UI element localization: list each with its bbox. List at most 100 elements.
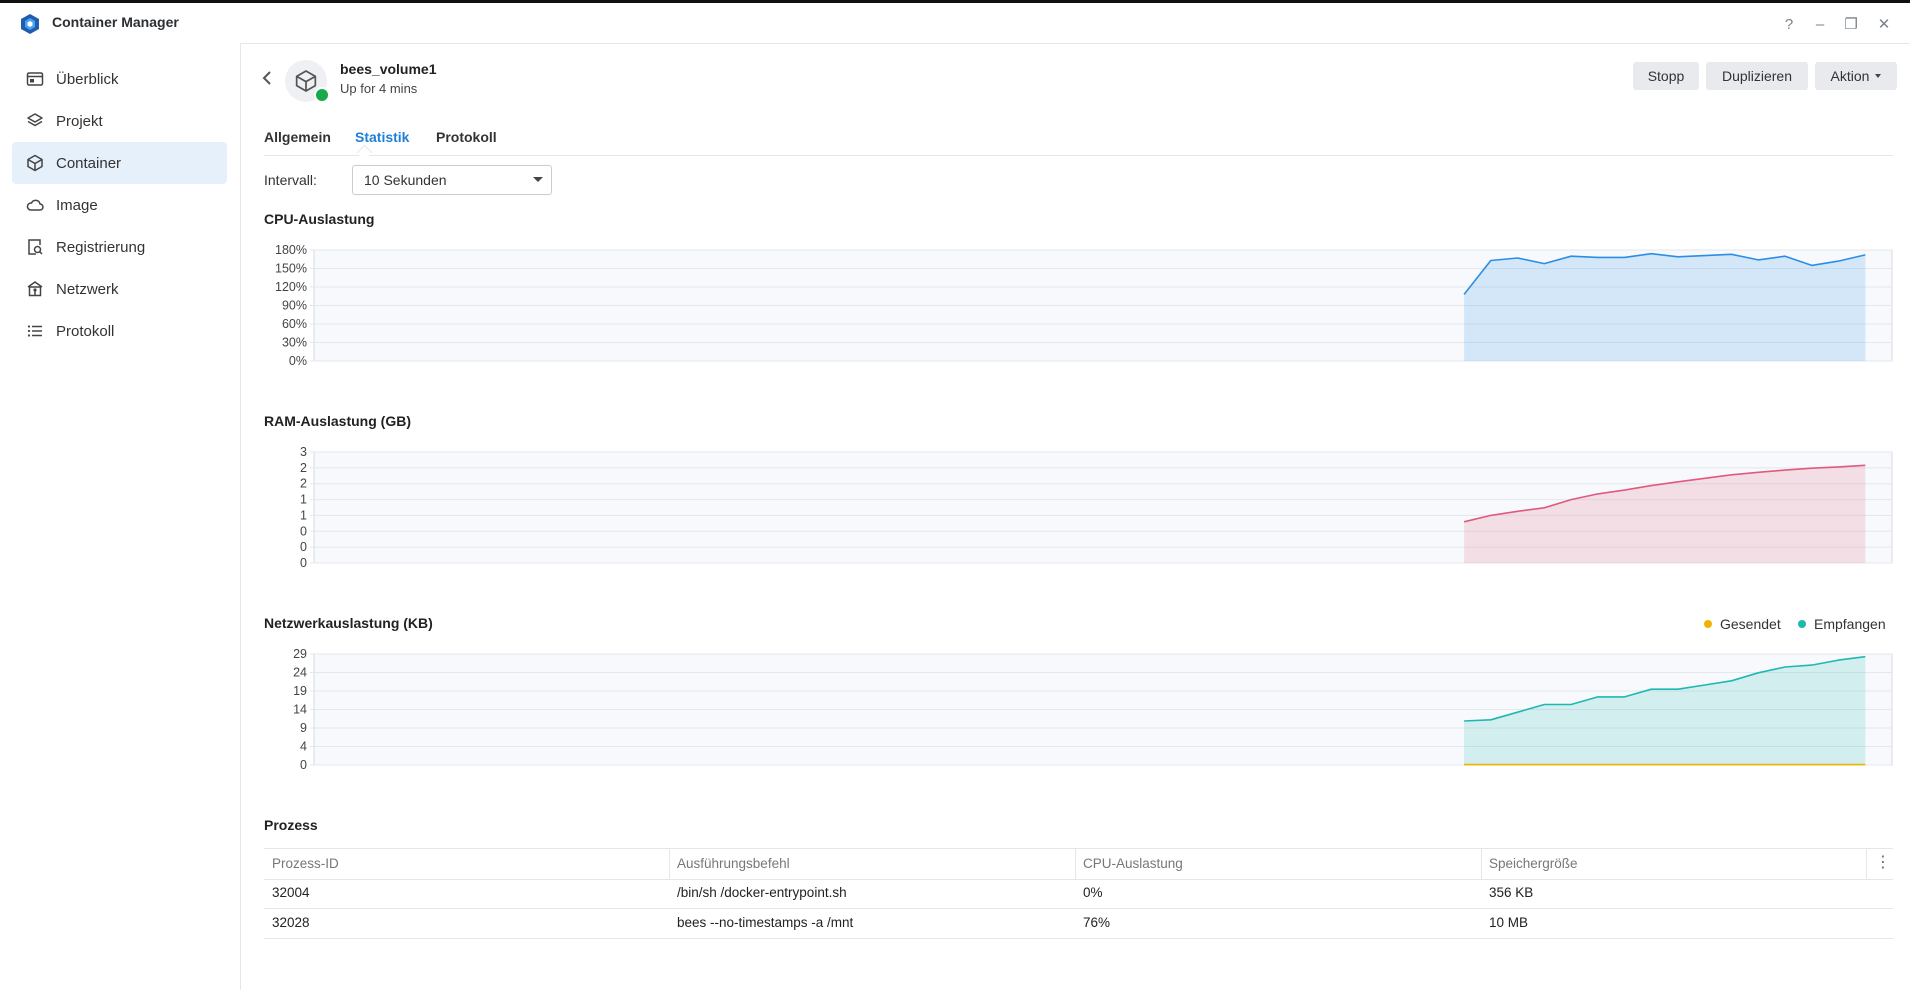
table-header: Prozess-ID Ausführungsbefehl CPU-Auslast…	[264, 848, 1893, 880]
tab-general[interactable]: Allgemein	[264, 129, 331, 145]
y-tick-label: 120%	[275, 280, 307, 294]
y-tick-label: 19	[293, 684, 307, 698]
tab-statistics[interactable]: Statistik	[355, 129, 409, 145]
sidebar-item-label: Container	[56, 154, 122, 172]
overview-icon	[26, 70, 44, 88]
y-tick-label: 24	[293, 666, 307, 680]
cell-memory: 356 KB	[1489, 885, 1534, 900]
network-chart-title: Netzwerkauslastung (KB)	[264, 615, 433, 631]
help-icon[interactable]: ?	[1775, 11, 1803, 37]
restore-icon[interactable]: ❐	[1837, 11, 1865, 37]
container-manager-logo-icon	[21, 14, 39, 34]
y-tick-label: 29	[293, 647, 307, 661]
sidebar-item-label: Registrierung	[56, 238, 146, 256]
sidebar-item-image[interactable]: Image	[12, 184, 227, 226]
y-tick-label: 0	[300, 524, 307, 538]
y-tick-label: 0%	[289, 354, 307, 368]
ram-chart-title: RAM-Auslastung (GB)	[264, 413, 411, 429]
y-tick-label: 180%	[275, 243, 307, 257]
y-tick-label: 1	[300, 508, 307, 522]
legend-received-dot	[1798, 620, 1806, 628]
caret-down-icon	[1875, 74, 1882, 78]
container-icon	[26, 154, 44, 172]
tab-log[interactable]: Protokoll	[436, 129, 497, 145]
y-tick-label: 3	[300, 445, 307, 459]
y-tick-label: 90%	[282, 299, 307, 313]
y-tick-label: 0	[300, 556, 307, 570]
column-divider[interactable]	[1075, 849, 1076, 879]
active-tab-indicator	[356, 144, 373, 161]
y-tick-label: 14	[293, 703, 307, 717]
cell-pid: 32028	[272, 915, 310, 930]
legend-sent-dot	[1704, 620, 1712, 628]
table-row[interactable]: 32004 /bin/sh /docker-entrypoint.sh 0% 3…	[264, 879, 1893, 909]
cpu-chart-title: CPU-Auslastung	[264, 211, 375, 227]
duplicate-button[interactable]: Duplizieren	[1706, 62, 1808, 90]
close-icon[interactable]: ✕	[1870, 11, 1898, 37]
y-tick-label: 2	[300, 477, 307, 491]
network-icon	[26, 280, 44, 298]
y-tick-label: 30%	[282, 336, 307, 350]
column-divider[interactable]	[669, 849, 670, 879]
interval-select-value: 10 Sekunden	[364, 172, 447, 188]
minimize-icon[interactable]: –	[1806, 11, 1834, 37]
y-tick-label: 0	[300, 540, 307, 554]
log-list-icon	[26, 322, 44, 340]
series-area-cpu-auslastung	[1464, 253, 1866, 361]
column-divider	[1866, 849, 1867, 879]
sidebar-item-container[interactable]: Container	[12, 142, 227, 184]
container-name: bees_volume1	[340, 61, 437, 77]
cpu-usage-chart: 0% 30% 60% 90% 120% 150% 180%	[275, 243, 1893, 368]
project-icon	[26, 112, 44, 130]
action-button-label: Aktion	[1830, 68, 1870, 84]
sidebar-item-registry[interactable]: Registrierung	[12, 226, 227, 268]
column-header-cpu[interactable]: CPU-Auslastung	[1083, 856, 1183, 871]
sidebar-item-project[interactable]: Projekt	[12, 100, 227, 142]
sidebar-item-overview[interactable]: Überblick	[12, 58, 227, 100]
column-menu-icon[interactable]: ⋮	[1875, 852, 1891, 872]
column-header-command[interactable]: Ausführungsbefehl	[677, 856, 790, 871]
image-cloud-icon	[26, 196, 44, 214]
cell-cpu: 0%	[1083, 885, 1103, 900]
cell-command: bees --no-timestamps -a /mnt	[677, 915, 854, 930]
app-title: Container Manager	[52, 14, 179, 30]
sidebar-item-label: Image	[56, 196, 98, 214]
legend-received-label: Empfangen	[1814, 616, 1886, 632]
container-uptime: Up for 4 mins	[340, 81, 418, 96]
cell-pid: 32004	[272, 885, 310, 900]
y-tick-label: 1	[300, 493, 307, 507]
chevron-down-icon	[533, 177, 543, 182]
cell-memory: 10 MB	[1489, 915, 1529, 930]
y-tick-label: 150%	[275, 262, 307, 276]
y-tick-label: 4	[300, 740, 307, 754]
y-tick-label: 9	[300, 721, 307, 735]
sidebar-item-label: Projekt	[56, 112, 103, 130]
column-divider[interactable]	[1481, 849, 1482, 879]
sidebar-item-label: Protokoll	[56, 322, 115, 340]
interval-select[interactable]: 10 Sekunden	[352, 165, 552, 195]
y-tick-label: 2	[300, 461, 307, 475]
cell-command: /bin/sh /docker-entrypoint.sh	[677, 885, 847, 900]
column-header-memory[interactable]: Speichergröße	[1489, 856, 1578, 871]
sidebar-item-label: Überblick	[56, 70, 119, 88]
interval-label: Intervall:	[264, 172, 317, 188]
action-dropdown-button[interactable]: Aktion	[1815, 62, 1897, 90]
running-status-icon	[314, 87, 330, 103]
tab-bar: Allgemein Statistik Protokoll	[264, 125, 1893, 161]
cell-cpu: 76%	[1083, 915, 1111, 930]
network-usage-chart: 0 4 9 14 19 24 29	[293, 647, 1893, 772]
column-header-pid[interactable]: Prozess-ID	[272, 856, 339, 871]
legend-received: Empfangen	[1798, 616, 1886, 632]
registry-icon	[26, 238, 44, 256]
main-panel: bees_volume1 Up for 4 mins Stopp Duplizi…	[241, 43, 1910, 990]
sidebar: Überblick Projekt Container Image Regist…	[0, 43, 241, 990]
back-arrow-icon[interactable]	[261, 69, 277, 89]
y-tick-label: 0	[300, 758, 307, 772]
sidebar-item-network[interactable]: Netzwerk	[12, 268, 227, 310]
legend-sent: Gesendet	[1704, 616, 1781, 632]
sidebar-item-label: Netzwerk	[56, 280, 119, 298]
ram-usage-chart: 00011223	[300, 445, 1893, 570]
sidebar-item-log[interactable]: Protokoll	[12, 310, 227, 352]
stop-button[interactable]: Stopp	[1633, 62, 1699, 90]
table-row[interactable]: 32028 bees --no-timestamps -a /mnt 76% 1…	[264, 909, 1893, 939]
